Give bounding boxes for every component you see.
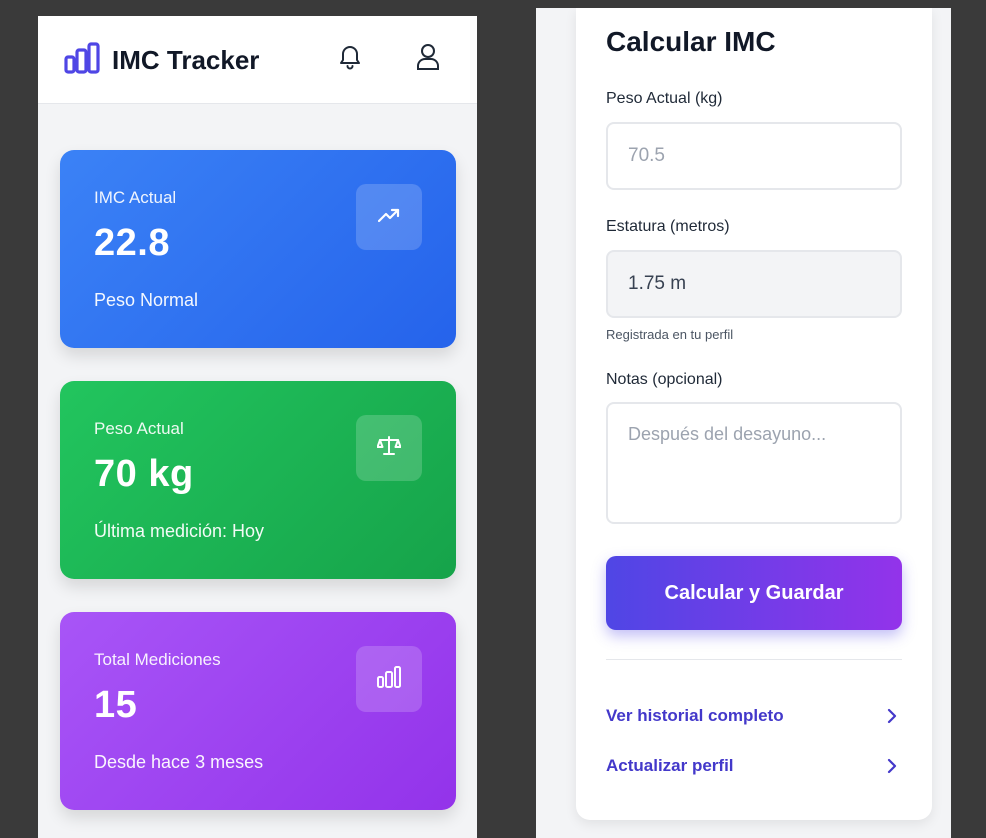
measurements-card[interactable]: Total Mediciones 15 Desde hace 3 meses — [60, 612, 456, 810]
divider — [606, 659, 902, 660]
link-label: Actualizar perfil — [606, 756, 734, 775]
chevron-right-icon — [882, 706, 902, 726]
card-value: 22.8 — [94, 222, 170, 264]
app-title: IMC Tracker — [112, 45, 260, 75]
bell-icon — [338, 44, 362, 75]
weight-placeholder: 70.5 — [628, 145, 665, 166]
bmi-card[interactable]: IMC Actual 22.8 Peso Normal — [60, 150, 456, 348]
user-icon — [416, 43, 440, 76]
update-profile-link[interactable]: Actualizar perfil — [606, 751, 902, 781]
bar-chart-icon — [64, 42, 100, 79]
calculator-screen: Calcular IMC Peso Actual (kg) 70.5 Estat… — [536, 8, 951, 838]
notes-textarea[interactable]: Después del desayuno... — [606, 402, 902, 524]
trending-up-icon — [377, 207, 400, 228]
card-label: IMC Actual — [94, 188, 177, 207]
weight-input[interactable]: 70.5 — [606, 122, 902, 190]
profile-button[interactable] — [414, 43, 442, 76]
card-label: Total Mediciones — [94, 650, 221, 669]
weight-card[interactable]: Peso Actual 70 kg Última medición: Hoy — [60, 381, 456, 579]
card-icon-badge — [356, 415, 422, 481]
brand[interactable]: IMC Tracker — [64, 42, 259, 79]
notes-label: Notas (opcional) — [606, 371, 723, 388]
dashboard-screen: IMC Tracker IMC Actual 22.8 Peso Normal — [38, 16, 477, 838]
height-label: Estatura (metros) — [606, 218, 730, 235]
card-subtext: Peso Normal — [94, 290, 199, 310]
bar-chart-icon — [377, 665, 401, 693]
link-label: Ver historial completo — [606, 706, 784, 725]
app-header: IMC Tracker — [38, 16, 477, 104]
view-history-link[interactable]: Ver historial completo — [606, 701, 902, 731]
height-hint: Registrada en tu perfil — [606, 327, 734, 342]
card-value: 70 kg — [94, 453, 194, 495]
form-title: Calcular IMC — [606, 26, 776, 57]
notes-placeholder: Después del desayuno... — [628, 424, 827, 444]
card-label: Peso Actual — [94, 419, 184, 438]
chevron-right-icon — [882, 756, 902, 776]
card-subtext: Desde hace 3 meses — [94, 752, 264, 772]
card-icon-badge — [356, 184, 422, 250]
card-value: 15 — [94, 684, 138, 726]
bmi-form-card: Calcular IMC Peso Actual (kg) 70.5 Estat… — [576, 8, 932, 820]
scale-icon — [376, 435, 402, 461]
weight-label: Peso Actual (kg) — [606, 90, 723, 107]
height-value: 1.75 m — [628, 273, 687, 294]
calculate-save-button[interactable]: Calcular y Guardar — [606, 556, 902, 630]
height-field: 1.75 m — [606, 250, 902, 318]
card-icon-badge — [356, 646, 422, 712]
card-subtext: Última medición: Hoy — [94, 521, 265, 541]
notifications-button[interactable] — [336, 44, 364, 74]
